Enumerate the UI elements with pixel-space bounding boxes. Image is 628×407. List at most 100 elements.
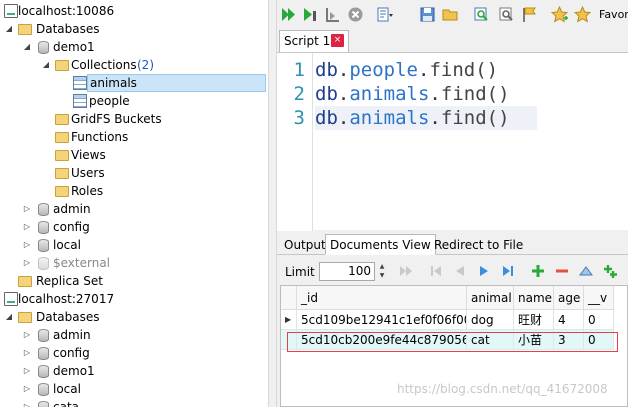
goto-flag-icon[interactable] (521, 6, 538, 23)
add-document-icon[interactable] (531, 264, 545, 278)
limit-input[interactable]: 100 (319, 262, 375, 281)
limit-spinner[interactable]: ▲ ▼ (377, 262, 387, 281)
find-icon[interactable] (473, 6, 490, 23)
run-all-icon[interactable] (280, 6, 297, 23)
limit-label: Limit (285, 265, 315, 279)
expand-arrow-icon[interactable]: ▷ (22, 254, 32, 272)
next-page-icon[interactable] (477, 264, 491, 278)
column-header-animal[interactable]: animal (467, 286, 514, 310)
cell-v[interactable]: 0 (584, 310, 614, 330)
spin-down-icon[interactable]: ▼ (380, 272, 385, 279)
column-header-id[interactable]: _id (297, 286, 467, 310)
row-header-corner (281, 286, 297, 310)
tree-node-animals[interactable]: animals (0, 74, 268, 92)
cell-id[interactable]: 5cd109be12941c1ef0f06f00 (297, 310, 467, 330)
expand-arrow-icon[interactable]: ▷ (22, 218, 32, 236)
cell-animal[interactable]: dog (467, 310, 514, 330)
expand-arrow-icon[interactable]: ▷ (22, 326, 32, 344)
code-method-token: find() (440, 83, 510, 105)
collapse-arrow-icon[interactable]: ◢ (41, 56, 51, 74)
tree-node-server2[interactable]: ◢ localhost:27017 (0, 290, 268, 308)
tab-redirect-to-file[interactable]: Redirect to File (429, 234, 528, 255)
tree-node-config1[interactable]: ▷ config (0, 218, 268, 236)
first-page-icon[interactable] (429, 264, 443, 278)
fast-forward-icon[interactable] (399, 264, 413, 278)
tree-node-roles[interactable]: Roles (0, 182, 268, 200)
tree-node-config2[interactable]: ▷ config (0, 344, 268, 362)
line-number: 2 (293, 83, 305, 105)
collapse-arrow-icon[interactable]: ◢ (4, 20, 14, 38)
explain-dropdown-icon[interactable] (376, 6, 393, 23)
row-pointer-icon: ▶ (281, 310, 297, 330)
tree-node-admin2[interactable]: ▷ admin (0, 326, 268, 344)
save-icon[interactable] (419, 6, 436, 23)
spin-up-icon[interactable]: ▲ (380, 263, 385, 270)
database-icon (38, 401, 49, 407)
code-collection-token: animals (349, 107, 430, 129)
tree-node-people[interactable]: people (0, 92, 268, 110)
watermark: https://blog.csdn.net/qq_41672008 (397, 382, 608, 396)
last-page-icon[interactable] (501, 264, 515, 278)
tree-node-functions[interactable]: Functions (0, 128, 268, 146)
node-label: Replica Set (36, 274, 103, 288)
code-line[interactable]: db.people.find() (315, 58, 615, 82)
database-icon (38, 347, 49, 360)
expand-arrow-icon[interactable]: ▷ (22, 362, 32, 380)
main-pane: Favor Script 1 × 1 2 3 db.people.find() … (277, 0, 628, 407)
expand-arrow-icon[interactable]: ▷ (22, 344, 32, 362)
column-header-v[interactable]: __v (584, 286, 614, 310)
open-folder-icon[interactable] (442, 6, 459, 23)
tree-node-cut[interactable]: ▷ cata (0, 398, 268, 407)
run-step-icon[interactable] (324, 6, 341, 23)
collapse-arrow-icon[interactable]: ◢ (22, 38, 32, 56)
cell-name[interactable]: 旺财 (514, 310, 554, 330)
edit-document-icon[interactable] (579, 264, 593, 278)
tree-node-external[interactable]: ▷ $external (0, 254, 268, 272)
tab-label: Script 1 (284, 34, 331, 48)
tree-node-server1[interactable]: ◢ localhost:10086 (0, 2, 268, 20)
tree-node-demo1[interactable]: ◢ demo1 (0, 38, 268, 56)
tab-output[interactable]: Output (279, 234, 331, 255)
close-icon[interactable]: × (331, 34, 344, 47)
tree-node-replica[interactable]: Replica Set (0, 272, 268, 290)
replace-icon[interactable] (498, 6, 515, 23)
tree-node-local2[interactable]: ▷ local (0, 380, 268, 398)
tree-node-users[interactable]: Users (0, 164, 268, 182)
tree-node-databases2[interactable]: ◢ Databases (0, 308, 268, 326)
node-label: localhost:10086 (18, 4, 115, 18)
documents-grid: _id animal name age __v ▶ 5cd109be12941c… (280, 285, 628, 407)
expand-arrow-icon[interactable]: ▷ (22, 380, 32, 398)
favorites-label[interactable]: Favor (599, 8, 628, 21)
collapse-arrow-icon[interactable]: ◢ (4, 308, 14, 326)
database-icon (38, 257, 49, 270)
run-line-icon[interactable] (302, 6, 319, 23)
code-line[interactable]: db.animals.find() (315, 82, 615, 106)
node-label: GridFS Buckets (71, 112, 162, 126)
tab-documents-view[interactable]: Documents View (325, 234, 436, 255)
previous-page-icon[interactable] (453, 264, 467, 278)
cell-age[interactable]: 4 (554, 310, 584, 330)
column-header-name[interactable]: name (514, 286, 554, 310)
expand-arrow-icon[interactable]: ▷ (22, 236, 32, 254)
tree-node-demo1-2[interactable]: ▷ demo1 (0, 362, 268, 380)
code-line-current[interactable]: db.animals.find() (315, 106, 537, 130)
favorite-star-icon[interactable] (551, 6, 568, 23)
pane-splitter[interactable] (268, 0, 277, 407)
tree-node-databases1[interactable]: ◢ Databases (0, 20, 268, 38)
tree-node-views[interactable]: Views (0, 146, 268, 164)
tree-node-collections[interactable]: ◢ Collections (2) (0, 56, 268, 74)
tab-script-1[interactable]: Script 1 × (279, 30, 349, 52)
add-multiple-icon[interactable] (603, 264, 617, 278)
expand-arrow-icon[interactable]: ▷ (22, 398, 32, 407)
folder-icon (55, 186, 69, 197)
delete-document-icon[interactable] (555, 264, 569, 278)
stop-icon[interactable] (347, 6, 364, 23)
tree-node-local1[interactable]: ▷ local (0, 236, 268, 254)
favorites-icon[interactable] (574, 6, 591, 23)
code-dot: . (337, 59, 350, 81)
expand-arrow-icon[interactable]: ▷ (22, 200, 32, 218)
column-header-age[interactable]: age (554, 286, 584, 310)
tree-node-admin1[interactable]: ▷ admin (0, 200, 268, 218)
script-editor[interactable]: 1 2 3 db.people.find() db.animals.find()… (277, 52, 628, 231)
tree-node-gridfs[interactable]: GridFS Buckets (0, 110, 268, 128)
